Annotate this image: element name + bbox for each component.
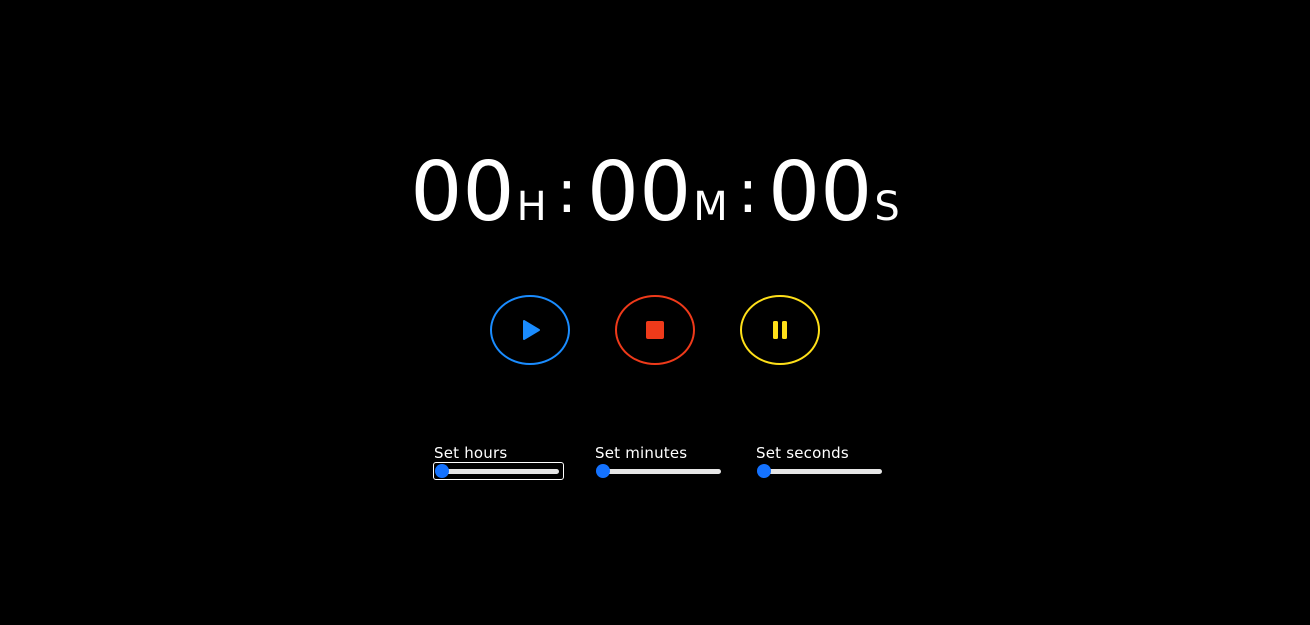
slider-thumb[interactable] [435,464,449,478]
pause-button[interactable] [740,295,820,365]
seconds-setter: Set seconds [755,444,886,480]
play-icon [523,320,540,340]
separator: : [556,157,577,227]
stop-button[interactable] [615,295,695,365]
slider-thumb[interactable] [596,464,610,478]
slider-track [438,469,559,474]
separator: : [737,157,758,227]
play-button[interactable] [490,295,570,365]
timer-controls [0,295,1310,365]
slider-thumb[interactable] [757,464,771,478]
minutes-setter: Set minutes [594,444,725,480]
seconds-unit: S [874,184,900,230]
minutes-slider-label: Set minutes [595,444,688,462]
minutes-slider[interactable] [594,462,725,480]
time-display: 00H:00M:00S [0,152,1310,234]
hours-slider-label: Set hours [434,444,508,462]
slider-track [759,469,882,474]
hours-slider[interactable] [433,462,564,480]
minutes-value: 00 [586,145,692,240]
hours-setter: Set hours [433,444,564,480]
minutes-unit: M [693,184,728,230]
timer-app: 00H:00M:00S Set hours Set minutes Set se… [0,0,1310,625]
slider-track [598,469,721,474]
seconds-slider[interactable] [755,462,886,480]
hours-unit: H [516,184,547,230]
stop-icon [646,321,664,339]
time-setters: Set hours Set minutes Set seconds [433,444,886,480]
hours-value: 00 [410,145,515,240]
pause-icon [773,321,787,339]
seconds-value: 00 [767,145,873,240]
seconds-slider-label: Set seconds [756,444,849,462]
